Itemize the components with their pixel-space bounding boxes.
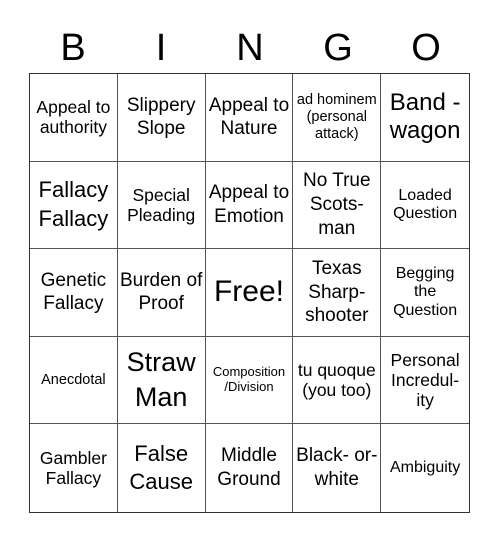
bingo-cell[interactable]: tu quoque (you too) (293, 336, 382, 425)
bingo-cell[interactable]: Black- or- white (293, 424, 382, 512)
bingo-cell[interactable]: Straw Man (117, 336, 206, 425)
bingo-cell[interactable]: No True Scots- man (293, 161, 382, 250)
header-letter-b: B (60, 27, 86, 69)
bingo-cell[interactable]: Ambiguity (381, 424, 469, 512)
header-letter-n: N (236, 27, 264, 69)
bingo-cell[interactable]: Burden of Proof (117, 249, 206, 337)
bingo-header: B I N G O (29, 24, 470, 72)
bingo-cell[interactable]: Middle Ground (206, 424, 294, 512)
bingo-cell[interactable]: Personal Incredul- ity (381, 337, 469, 425)
bingo-grid: Appeal to authority Slippery Slope Appea… (29, 73, 470, 513)
bingo-cell[interactable]: Appeal to authority (30, 74, 118, 162)
bingo-cell[interactable]: Fallacy Fallacy (30, 161, 118, 250)
bingo-cell[interactable]: Appeal to Emotion (205, 161, 294, 250)
header-letter-o: O (411, 27, 441, 69)
bingo-cell[interactable]: Composition /Division (205, 336, 294, 425)
header-letter-g: G (323, 27, 353, 69)
bingo-cell[interactable]: Appeal to Nature (205, 74, 294, 162)
bingo-cell[interactable]: Texas Sharp- shooter (293, 249, 382, 337)
bingo-cell[interactable]: False Cause (118, 424, 206, 512)
bingo-cell[interactable]: Loaded Question (381, 162, 469, 250)
bingo-cell[interactable]: Begging the Question (381, 249, 469, 337)
bingo-cell[interactable]: Band - wagon (381, 74, 469, 162)
bingo-cell[interactable]: Special Pleading (117, 161, 206, 250)
bingo-cell[interactable]: Genetic Fallacy (30, 249, 118, 337)
bingo-cell[interactable]: Slippery Slope (117, 74, 206, 162)
bingo-cell[interactable]: ad hominem (personal attack) (293, 74, 382, 162)
header-letter-i: I (155, 27, 167, 69)
bingo-cell[interactable]: Anecdotal (30, 336, 118, 425)
free-space[interactable]: Free! (205, 249, 294, 337)
bingo-cell[interactable]: Gambler Fallacy (30, 424, 118, 512)
